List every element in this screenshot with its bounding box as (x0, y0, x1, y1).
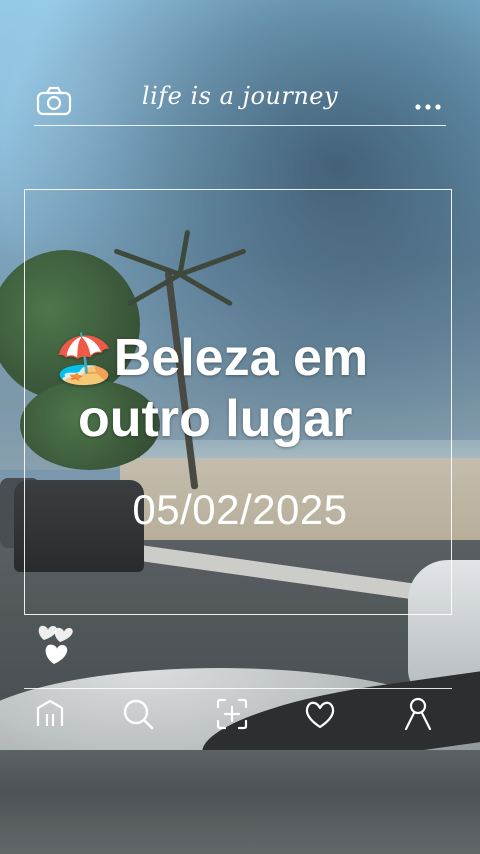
nav-divider (24, 688, 452, 689)
slogan-text: life is a journey (141, 82, 339, 110)
beach-umbrella-emoji: 🏖️ (54, 331, 114, 387)
top-divider (34, 125, 446, 126)
hearts-icon (34, 620, 76, 666)
heart-icon[interactable] (302, 696, 338, 732)
profile-icon[interactable] (400, 696, 436, 732)
headline: 🏖️Beleza em outro lugar (54, 328, 454, 449)
camera-icon[interactable] (36, 86, 72, 116)
bottom-nav (0, 696, 480, 736)
headline-line2: outro lugar (78, 390, 353, 448)
headline-line1: Beleza em (113, 329, 369, 387)
top-bar: life is a journey (0, 80, 480, 126)
home-icon[interactable] (32, 696, 68, 732)
date-text: 05/02/2025 (132, 486, 348, 533)
more-dots-icon[interactable] (414, 98, 442, 110)
add-icon[interactable] (214, 696, 250, 732)
search-icon[interactable] (120, 696, 156, 732)
